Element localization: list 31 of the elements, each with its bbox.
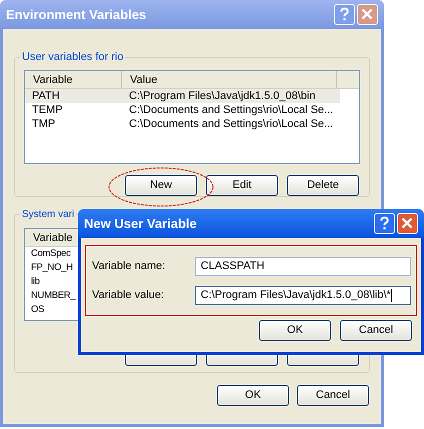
column-header[interactable]: Value — [122, 70, 337, 88]
field-label: Variable value: — [92, 288, 165, 303]
input-field[interactable]: C:\Program Files\Java\jdk1.5.0_08\lib\* — [194, 286, 411, 304]
list-row[interactable]: PATH C:\Program Files\Java\jdk1.5.0_08\bin — [25, 88, 340, 102]
variable-cell: ComSpec — [31, 247, 71, 261]
variable-cell: NUMBER_ — [31, 289, 76, 303]
field-label: Variable name: — [92, 258, 166, 274]
variable-cell: FP_NO_H — [31, 261, 73, 275]
variable-cell-text: PATH — [31, 88, 61, 102]
dialog-button[interactable]: Cancel — [340, 320, 412, 341]
variable-cell: lib — [31, 275, 40, 289]
group-label: User variables for rio — [21, 50, 124, 65]
list-row[interactable]: TMP C:\Documents and Settings\rio\Local Se... — [25, 116, 340, 130]
variable-cell: OS — [31, 303, 44, 317]
value-cell-text: C:\Documents and Settings\rio\Local Se... — [128, 102, 334, 116]
list-row[interactable]: TEMP C:\Documents and Settings\rio\Local Se... — [25, 102, 340, 116]
list-button[interactable]: New — [125, 174, 197, 196]
value-cell-text: C:\Program Files\Java\jdk1.5.0_08\bin — [128, 88, 316, 102]
column-header[interactable]: Variable — [25, 70, 122, 88]
group-label: System vari — [21, 208, 76, 222]
input-field[interactable]: CLASSPATH — [194, 256, 411, 276]
dialog-button[interactable]: Cancel — [297, 385, 369, 406]
dialog-button[interactable]: OK — [217, 385, 289, 406]
list-button[interactable]: Edit — [206, 174, 278, 196]
dialog-button[interactable]: OK — [259, 320, 331, 341]
list-button[interactable]: Delete — [287, 174, 359, 196]
value-cell-text: C:\Documents and Settings\rio\Local Se... — [128, 116, 334, 130]
variable-cell-text: TEMP — [31, 102, 64, 116]
window-title: Environment Variables — [6, 6, 146, 24]
variable-cell-text: TMP — [31, 116, 56, 130]
window-title: New User Variable — [84, 214, 197, 233]
